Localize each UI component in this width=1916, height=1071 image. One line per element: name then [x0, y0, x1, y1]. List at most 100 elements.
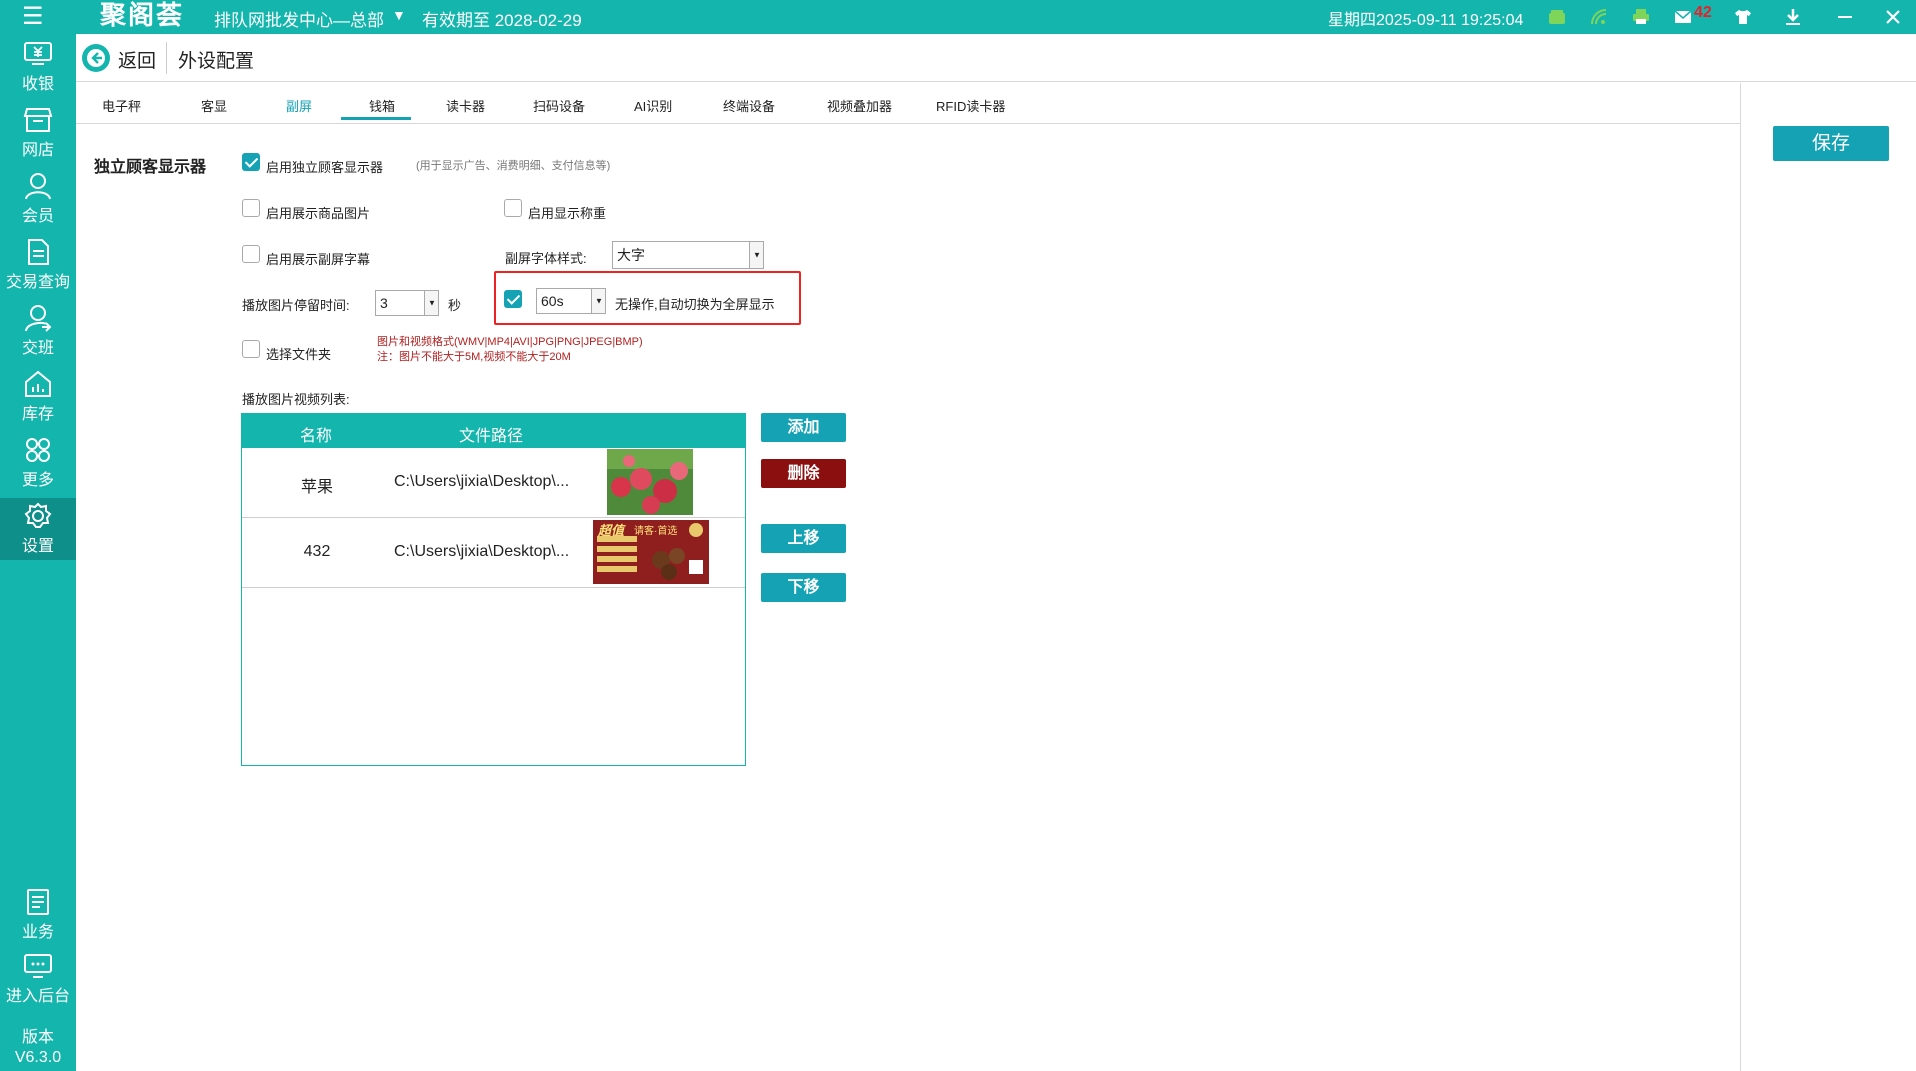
- right-panel-divider: [1740, 83, 1741, 1071]
- auto-fullscreen-timeout-value: 60s: [541, 293, 564, 309]
- font-style-select[interactable]: 大字 ▼: [612, 241, 764, 269]
- transaction-icon: [28, 239, 49, 265]
- shift-icon: [25, 305, 52, 332]
- wifi-icon[interactable]: [1586, 4, 1612, 30]
- sidebar-item-inventory[interactable]: 库存: [0, 366, 76, 428]
- inventory-icon: [25, 370, 51, 397]
- more-icon: [26, 438, 50, 462]
- font-style-label: 副屏字体样式:: [505, 251, 587, 266]
- minimize-icon[interactable]: [1832, 4, 1858, 30]
- show-subtitles-label: 启用展示副屏字幕: [266, 252, 371, 267]
- move-down-button[interactable]: 下移: [761, 573, 846, 602]
- table-row[interactable]: 苹果 C:\Users\jixia\Desktop\...: [242, 448, 745, 518]
- tab-rfid-reader[interactable]: RFID读卡器: [936, 96, 1005, 115]
- sidebar-item-backend[interactable]: 进入后台: [0, 948, 76, 1010]
- app-logo: 聚阁荟: [100, 0, 185, 30]
- sidebar-item-transactions[interactable]: 交易查询: [0, 234, 76, 296]
- sidebar: 收银 网店 会员 交易查询 交班 库存 更多 设置 业务 进入后台 版本 V6.…: [0, 34, 76, 1071]
- version-label: 版本: [21, 1029, 54, 1046]
- tab-ai-recognition[interactable]: AI识别: [634, 96, 672, 115]
- page-header: 返回 外设配置: [76, 34, 1916, 82]
- message-count-badge: 42: [1694, 4, 1712, 21]
- store-icon[interactable]: [1544, 4, 1570, 30]
- version-number: V6.3.0: [14, 1049, 62, 1066]
- tab-cash-drawer[interactable]: 钱箱: [369, 96, 395, 115]
- row-path: C:\Users\jixia\Desktop\...: [394, 543, 570, 560]
- auto-fullscreen-checkbox[interactable]: [504, 290, 522, 308]
- auto-fullscreen-label: 无操作,自动切换为全屏显示: [615, 297, 775, 312]
- sidebar-item-business[interactable]: 业务: [0, 884, 76, 946]
- table-row[interactable]: 432 C:\Users\jixia\Desktop\... 超值 请客·首选: [242, 518, 745, 588]
- move-up-button[interactable]: 上移: [761, 524, 846, 553]
- online-store-icon: [23, 108, 53, 132]
- image-duration-label: 播放图片停留时间:: [242, 298, 350, 313]
- add-button[interactable]: 添加: [761, 413, 846, 442]
- select-folder-label: 选择文件夹: [266, 347, 332, 362]
- sidebar-item-member[interactable]: 会员: [0, 168, 76, 230]
- media-list-table: 名称 文件路径 苹果 C:\Users\jixia\Desktop\... 43…: [241, 413, 746, 766]
- store-name[interactable]: 排队网批发中心—总部: [214, 6, 384, 31]
- show-weight-label: 启用显示称重: [528, 206, 607, 221]
- enable-display-checkbox[interactable]: [242, 153, 260, 171]
- tab-video-overlay[interactable]: 视频叠加器: [827, 96, 892, 115]
- back-arrow-icon[interactable]: [82, 44, 110, 72]
- settings-icon: [24, 502, 52, 528]
- business-icon: [27, 889, 49, 915]
- page-title: 外设配置: [178, 51, 255, 72]
- image-duration-select[interactable]: 3 ▼: [375, 290, 439, 316]
- list-title: 播放图片视频列表:: [242, 392, 350, 407]
- seconds-label: 秒: [448, 298, 462, 313]
- row-name: 432: [303, 543, 331, 560]
- download-icon[interactable]: [1780, 4, 1806, 30]
- member-icon: [25, 173, 51, 200]
- chevron-down-icon: ▼: [749, 242, 763, 268]
- tab-card-reader[interactable]: 读卡器: [446, 96, 485, 115]
- section-title: 独立顾客显示器: [94, 159, 207, 176]
- printer-icon[interactable]: [1628, 4, 1654, 30]
- tab-secondary-screen[interactable]: 副屏: [286, 96, 312, 115]
- image-duration-value: 3: [380, 295, 388, 311]
- sidebar-item-shift[interactable]: 交班: [0, 300, 76, 362]
- top-bar: ☰ 聚阁荟 排队网批发中心—总部 ▼ 有效期至 2028-02-29 星期四20…: [0, 0, 1916, 34]
- tab-scanner[interactable]: 扫码设备: [533, 96, 585, 115]
- expiry-date: 有效期至 2028-02-29: [422, 11, 582, 30]
- back-button[interactable]: 返回: [118, 46, 156, 73]
- column-header-path: 文件路径: [459, 428, 524, 445]
- message-icon[interactable]: [1670, 4, 1696, 30]
- chevron-down-icon: ▼: [424, 291, 438, 315]
- size-note: 注：图片不能大于5M,视频不能大于20M: [377, 351, 571, 363]
- chevron-down-icon: ▼: [591, 289, 605, 313]
- sidebar-item-online-store[interactable]: 网店: [0, 102, 76, 164]
- show-subtitles-checkbox[interactable]: [242, 245, 260, 263]
- sidebar-item-settings[interactable]: 设置: [0, 498, 76, 560]
- delete-button[interactable]: 删除: [761, 459, 846, 488]
- show-product-images-checkbox[interactable]: [242, 199, 260, 217]
- clock: 星期四2025-09-11 19:25:04: [1328, 12, 1524, 29]
- sidebar-item-cashier[interactable]: 收银: [0, 36, 76, 98]
- show-weight-checkbox[interactable]: [504, 199, 522, 217]
- backend-icon: [24, 954, 52, 978]
- row-name: 苹果: [300, 479, 333, 496]
- auto-fullscreen-timeout-select[interactable]: 60s ▼: [536, 288, 606, 314]
- menu-icon[interactable]: ☰: [22, 5, 44, 29]
- sidebar-item-more[interactable]: 更多: [0, 432, 76, 494]
- store-dropdown-icon[interactable]: ▼: [392, 7, 406, 23]
- apple-thumbnail: [607, 449, 693, 515]
- tab-terminal[interactable]: 终端设备: [723, 96, 775, 115]
- promo-thumbnail-title-left: 超值: [598, 523, 625, 538]
- select-folder-checkbox[interactable]: [242, 340, 260, 358]
- save-button[interactable]: 保存: [1773, 126, 1889, 161]
- cashier-icon: [24, 42, 52, 65]
- header-divider: [166, 42, 167, 74]
- column-header-name: 名称: [300, 428, 333, 445]
- shirt-icon[interactable]: [1730, 4, 1756, 30]
- tab-scale[interactable]: 电子秤: [102, 96, 141, 115]
- version-info: 版本 V6.3.0: [0, 1028, 76, 1068]
- enable-display-label: 启用独立顾客显示器: [266, 160, 384, 175]
- tab-customer-display[interactable]: 客显: [201, 96, 227, 115]
- tab-bar: 电子秤 客显 副屏 钱箱 读卡器 扫码设备 AI识别 终端设备 视频叠加器 RF…: [76, 83, 1740, 124]
- close-icon[interactable]: [1880, 4, 1906, 30]
- enable-display-hint: (用于显示广告、消费明细、支付信息等): [416, 160, 611, 172]
- show-product-images-label: 启用展示商品图片: [266, 206, 371, 221]
- format-note: 图片和视频格式(WMV|MP4|AVI|JPG|PNG|JPEG|BMP): [377, 336, 643, 348]
